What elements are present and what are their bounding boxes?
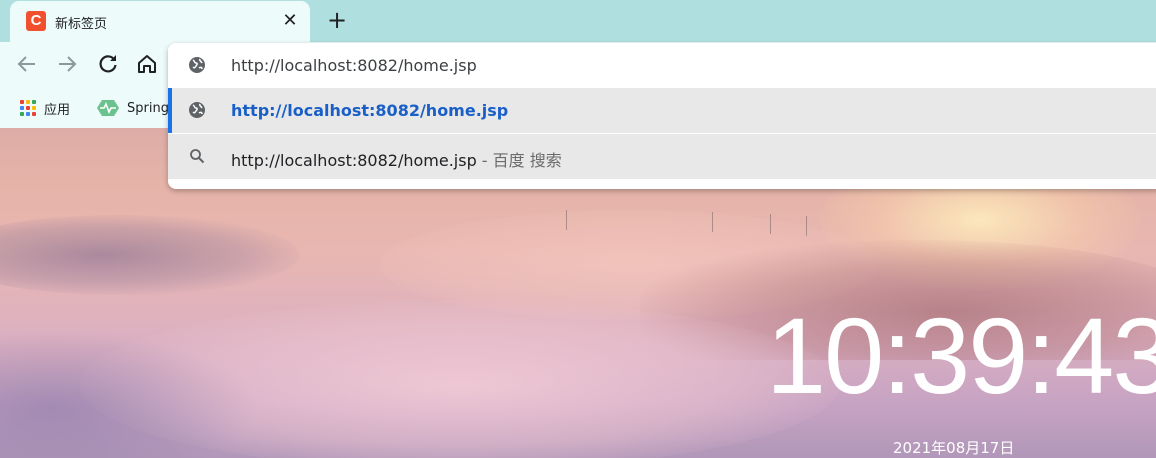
- omnibox-input[interactable]: [231, 52, 1031, 78]
- suggestion-item[interactable]: http://localhost:8082/home.jsp: [168, 88, 1156, 133]
- wind-turbine: [712, 212, 713, 232]
- reload-button[interactable]: [96, 52, 120, 76]
- omnibox-popup: http://localhost:8082/home.jsp http://lo…: [168, 43, 1156, 189]
- selected-indicator: [168, 88, 172, 133]
- search-icon: [190, 149, 205, 164]
- home-icon: [138, 55, 156, 73]
- suggestion-query: http://localhost:8082/home.jsp: [231, 151, 477, 170]
- clock-date: 2021年08月17日: [893, 439, 1015, 457]
- wind-turbine: [566, 210, 567, 230]
- globe-icon: [189, 102, 205, 118]
- bookmark-spring[interactable]: Spring: [97, 96, 169, 120]
- mist: [0, 330, 260, 458]
- apps-grid-icon: [20, 100, 36, 116]
- bookmark-label: 应用: [44, 102, 71, 118]
- clock-time: 10:39:43: [766, 295, 1156, 416]
- globe-icon: [189, 57, 205, 73]
- arrow-right-icon: [59, 56, 77, 72]
- wind-turbine: [806, 216, 807, 236]
- suggestion-url: http://localhost:8082/home.jsp: [231, 101, 509, 120]
- bookmark-apps[interactable]: 应用: [20, 96, 70, 120]
- wind-turbine: [770, 214, 771, 234]
- new-tab-button[interactable]: +: [323, 6, 351, 34]
- back-button[interactable]: [15, 52, 39, 76]
- reload-icon: [99, 55, 117, 73]
- home-button[interactable]: [135, 52, 159, 76]
- suggestion-text: http://localhost:8082/home.jsp - 百度 搜索: [231, 147, 562, 171]
- bookmark-label: Spring: [127, 100, 169, 116]
- tab-title: 新标签页: [55, 17, 108, 32]
- forward-button[interactable]: [55, 52, 79, 76]
- suggestion-hint: - 百度 搜索: [476, 151, 562, 170]
- spring-icon: [97, 100, 119, 116]
- arrow-left-icon: [17, 56, 35, 72]
- omnibox[interactable]: [168, 43, 1156, 88]
- suggestion-item[interactable]: http://localhost:8082/home.jsp - 百度 搜索: [168, 134, 1156, 179]
- tab-favicon-icon: C: [26, 11, 46, 31]
- tab-close-icon[interactable]: ✕: [278, 9, 302, 33]
- hill-left: [0, 215, 300, 295]
- tab-strip: C 新标签页 ✕ +: [0, 0, 1156, 42]
- tab-new-tab[interactable]: C 新标签页 ✕: [10, 1, 310, 42]
